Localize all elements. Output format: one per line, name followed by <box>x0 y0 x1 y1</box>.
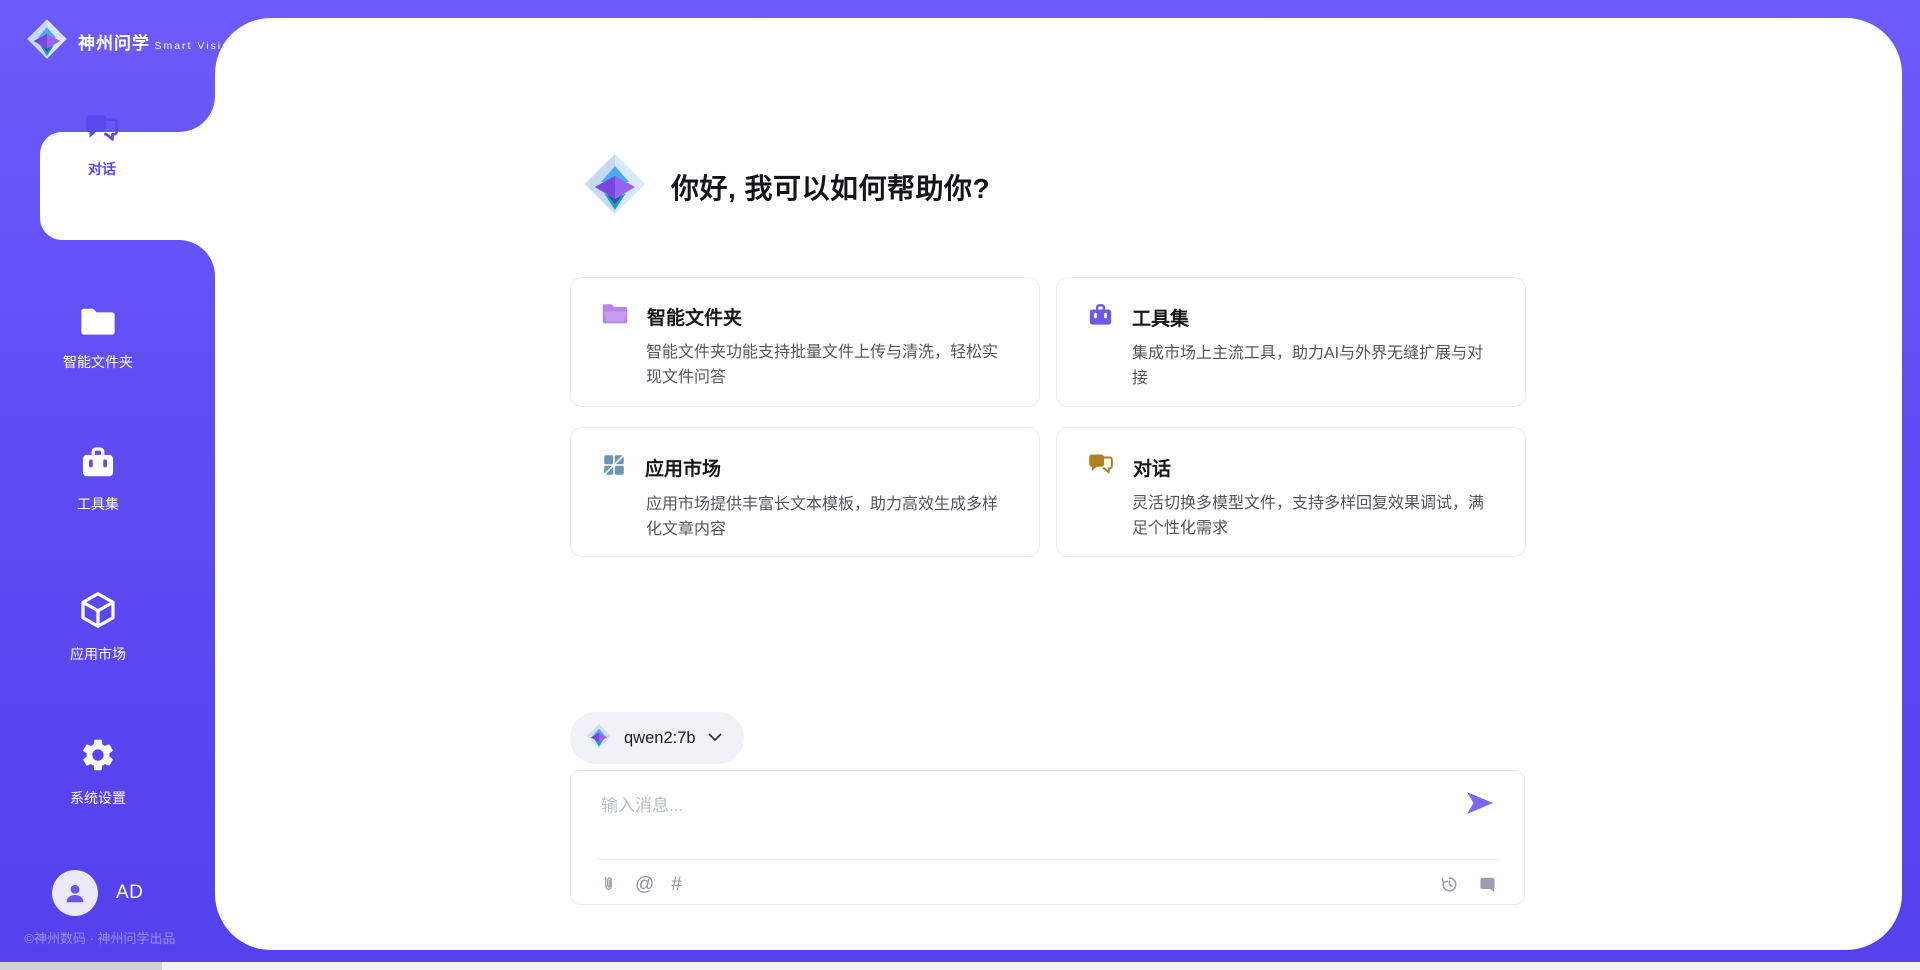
sidebar-item-smart-folder[interactable]: 智能文件夹 <box>0 306 196 372</box>
greeting-title: 你好, 我可以如何帮助你? <box>671 167 990 207</box>
sidebar-item-label: 应用市场 <box>0 644 196 664</box>
topic-hash-icon[interactable]: # <box>671 875 682 894</box>
sidebar-item-label: 对话 <box>40 159 164 179</box>
brand-name: 神州问学 <box>78 34 150 53</box>
brand: 神州问学 Smart Vision <box>26 18 238 65</box>
briefcase-icon <box>1087 302 1114 332</box>
chevron-down-icon <box>708 729 722 747</box>
chat-icon <box>1087 452 1115 482</box>
card-app-market[interactable]: 应用市场 应用市场提供丰富长文本模板，助力高效生成多样化文章内容 <box>570 427 1040 557</box>
model-diamond-icon <box>586 723 612 754</box>
card-title: 智能文件夹 <box>647 303 742 330</box>
card-chat[interactable]: 对话 灵活切换多模型文件，支持多样回复效果调试，满足个性化需求 <box>1056 427 1526 557</box>
message-composer: @ # <box>570 770 1525 905</box>
card-description: 应用市场提供丰富长文本模板，助力高效生成多样化文章内容 <box>646 493 1013 543</box>
avatar <box>52 870 98 916</box>
sidebar-footer-text: ©神州数码 · 神州问学出品 <box>0 928 200 947</box>
card-smart-folder[interactable]: 智能文件夹 智能文件夹功能支持批量文件上传与清洗，轻松实现文件问答 <box>570 277 1040 407</box>
model-selector-value: qwen2:7b <box>624 729 696 748</box>
sidebar-item-label: 智能文件夹 <box>0 352 196 372</box>
market-grid-icon <box>601 452 627 483</box>
folder-icon <box>79 325 117 342</box>
chat-icon <box>83 133 121 150</box>
sidebar-item-chat[interactable]: 对话 <box>40 96 164 240</box>
greeting: 你好, 我可以如何帮助你? <box>583 152 990 221</box>
cube-icon <box>78 617 118 634</box>
sidebar-item-label: 系统设置 <box>0 788 196 808</box>
folder-icon <box>601 302 629 331</box>
send-icon[interactable] <box>1464 789 1498 819</box>
composer-divider <box>596 859 1499 860</box>
sidebar-item-app-market[interactable]: 应用市场 <box>0 590 196 664</box>
attach-file-icon[interactable] <box>599 873 618 895</box>
feature-cards: 智能文件夹 智能文件夹功能支持批量文件上传与清洗，轻松实现文件问答 工具集 集成… <box>570 277 1526 557</box>
sidebar-item-label: 工具集 <box>0 494 196 514</box>
page-bottom-edge <box>0 962 1920 970</box>
card-title: 工具集 <box>1132 304 1189 331</box>
briefcase-icon <box>79 467 117 484</box>
card-description: 灵活切换多模型文件，支持多样回复效果调试，满足个性化需求 <box>1132 492 1499 542</box>
user-initials: AD <box>116 882 143 904</box>
message-input[interactable] <box>601 791 1461 847</box>
sidebar-item-toolset[interactable]: 工具集 <box>0 444 196 514</box>
history-icon[interactable] <box>1439 874 1460 895</box>
card-toolset[interactable]: 工具集 集成市场上主流工具，助力AI与外界无缝扩展与对接 <box>1056 277 1526 407</box>
greeting-diamond-icon <box>583 152 647 221</box>
brand-diamond-icon <box>26 18 68 65</box>
user-profile[interactable]: AD <box>52 870 143 916</box>
card-description: 智能文件夹功能支持批量文件上传与清洗，轻松实现文件问答 <box>646 341 1013 391</box>
card-description: 集成市场上主流工具，助力AI与外界无缝扩展与对接 <box>1132 342 1499 392</box>
sidebar-item-settings[interactable]: 系统设置 <box>0 736 196 808</box>
chat-bubble-icon[interactable] <box>1477 874 1498 894</box>
card-title: 应用市场 <box>645 454 721 481</box>
card-title: 对话 <box>1133 454 1171 481</box>
gear-icon <box>79 761 117 778</box>
mention-icon[interactable]: @ <box>635 875 654 894</box>
model-selector[interactable]: qwen2:7b <box>570 712 744 764</box>
